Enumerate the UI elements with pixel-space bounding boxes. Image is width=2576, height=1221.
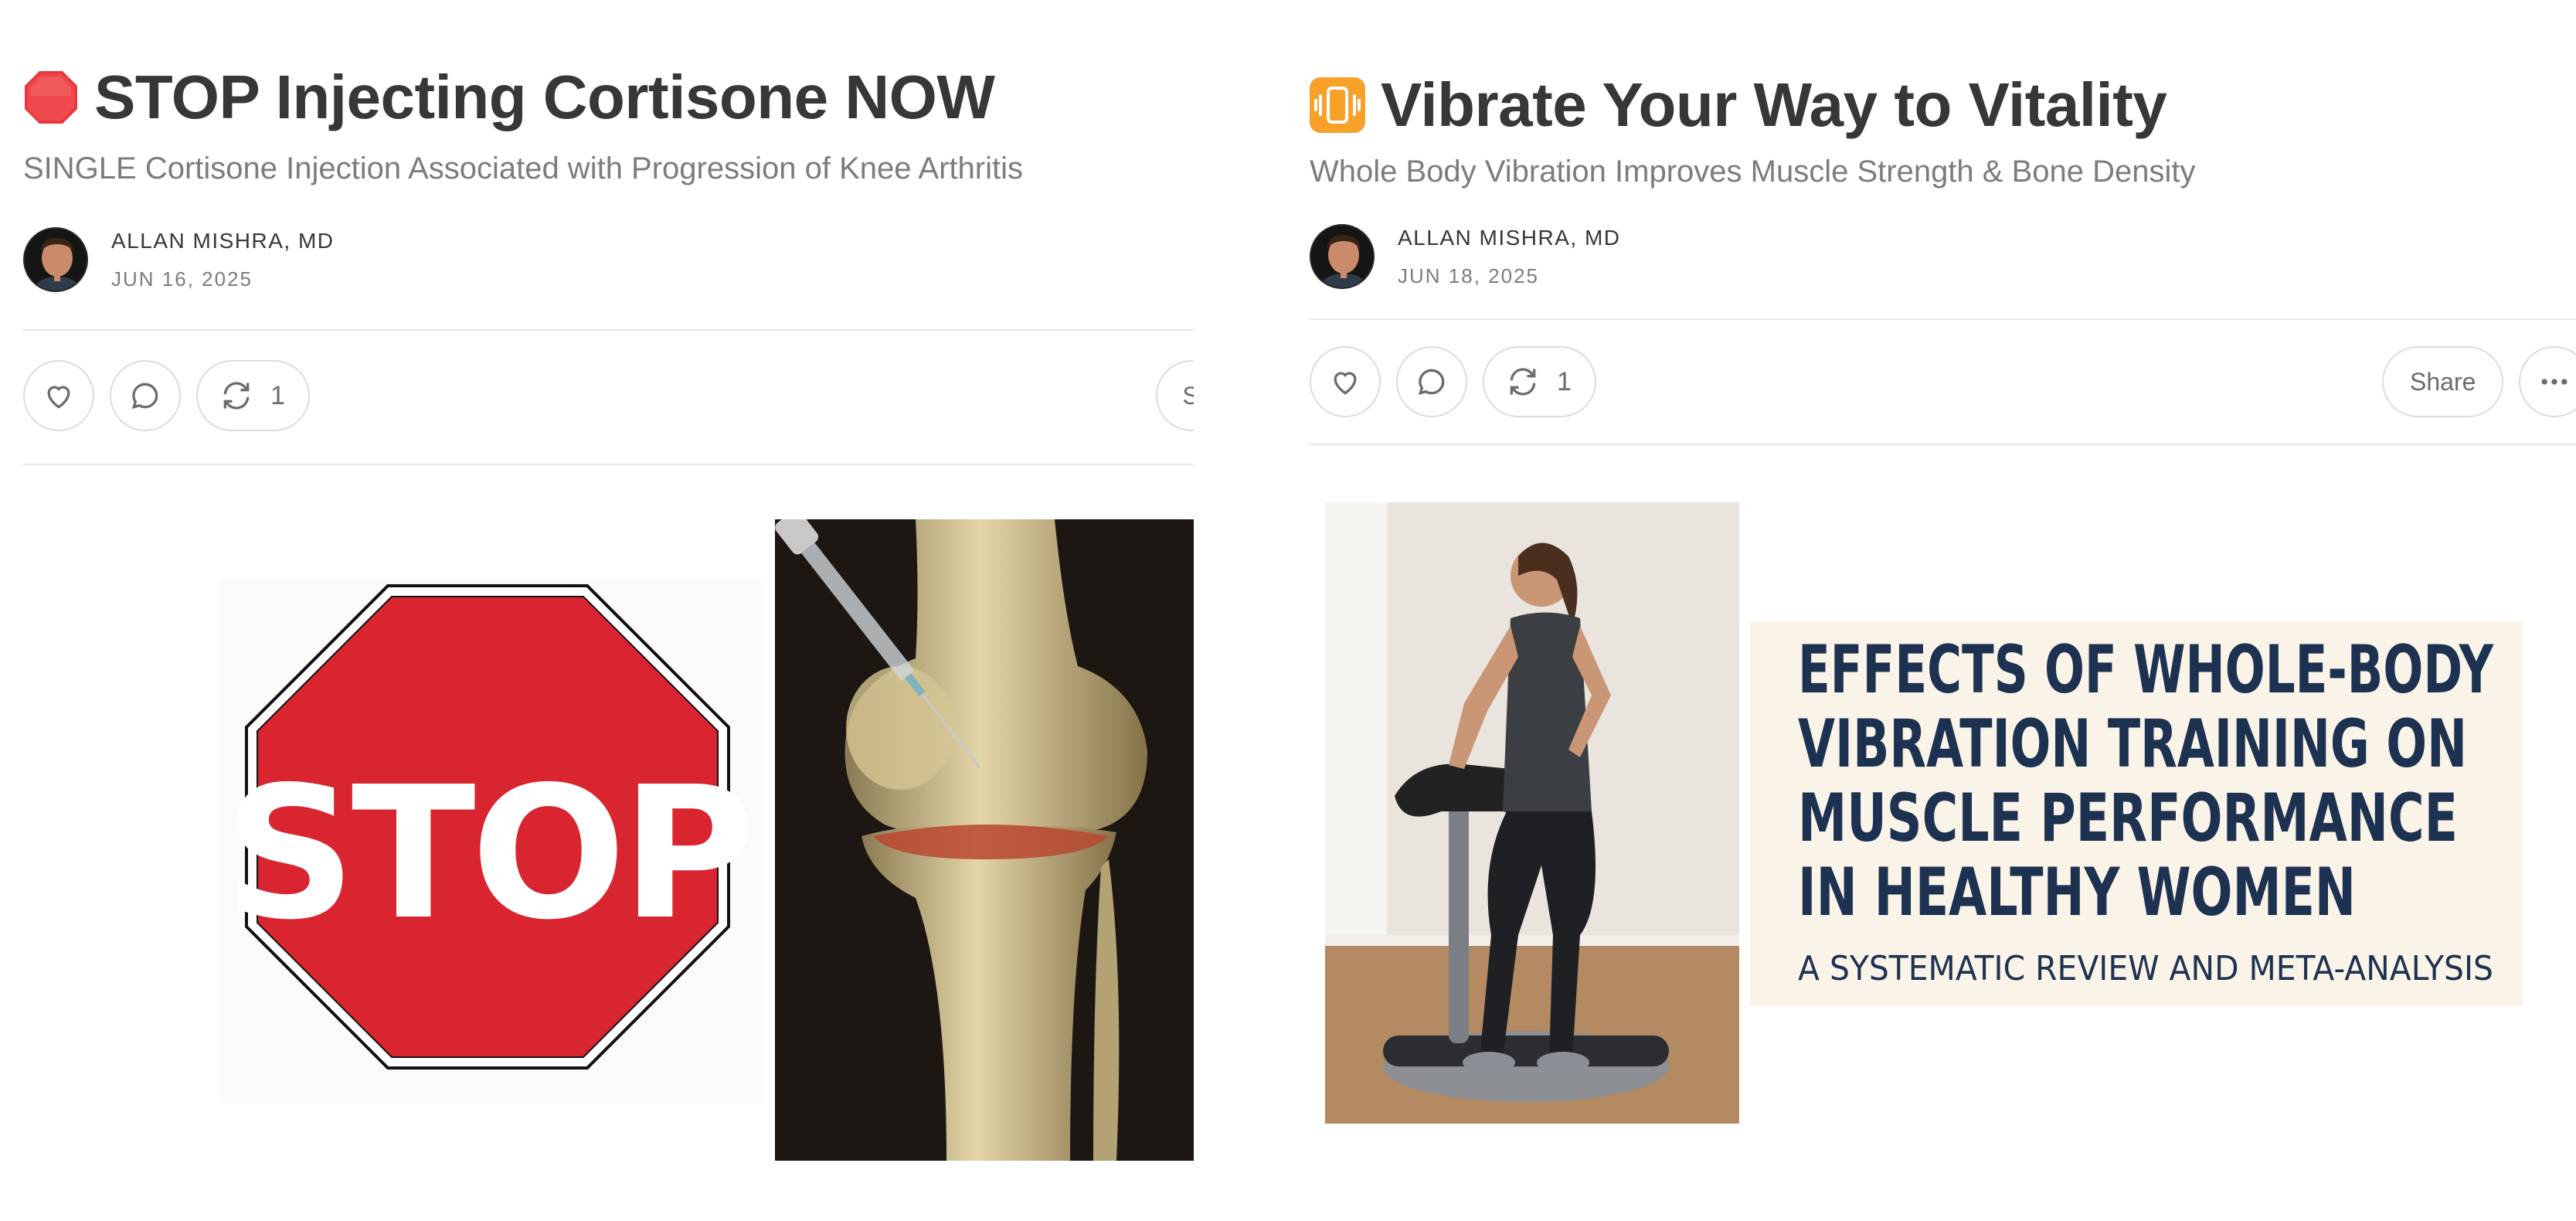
share-button[interactable]: S bbox=[1156, 360, 1194, 431]
share-button[interactable]: Share bbox=[2382, 346, 2504, 417]
restack-count: 1 bbox=[1557, 366, 1572, 396]
divider bbox=[1310, 444, 2576, 445]
post-card-cortisone: STOP Injecting Cortisone NOW SINGLE Cort… bbox=[0, 0, 1194, 1221]
comment-icon bbox=[1418, 369, 1445, 396]
post-subtitle: SINGLE Cortisone Injection Associated wi… bbox=[23, 151, 1023, 185]
headline-line-1: EFFECTS OF WHOLE-BODY bbox=[1798, 631, 2494, 709]
comment-button[interactable] bbox=[1396, 346, 1467, 417]
vibration-plate-photo bbox=[1325, 502, 1739, 1124]
restack-count: 1 bbox=[270, 380, 285, 410]
study-headline-card[interactable]: EFFECTS OF WHOLE-BODY VIBRATION TRAINING… bbox=[1750, 621, 2523, 1006]
post-card-vibration: Vibrate Your Way to Vitality Whole Body … bbox=[1286, 0, 2576, 1221]
more-options-button[interactable] bbox=[2519, 346, 2576, 417]
post-actions: 1 S bbox=[23, 360, 1194, 431]
post-title-row[interactable]: Vibrate Your Way to Vitality bbox=[1310, 70, 2167, 141]
post-cover-image[interactable]: STOP bbox=[220, 509, 1194, 1161]
post-title-row[interactable]: STOP Injecting Cortisone NOW bbox=[23, 62, 995, 133]
author-avatar[interactable] bbox=[23, 227, 88, 292]
restack-icon bbox=[223, 382, 250, 410]
divider bbox=[1310, 318, 2576, 320]
restack-icon bbox=[1510, 368, 1536, 396]
like-button[interactable] bbox=[1310, 346, 1381, 417]
post-cover-photo[interactable] bbox=[1325, 502, 1739, 1124]
post-title[interactable]: Vibrate Your Way to Vitality bbox=[1381, 70, 2167, 141]
stop-text: STOP bbox=[225, 747, 751, 960]
restack-button[interactable]: 1 bbox=[1483, 346, 1596, 417]
stop-knee-illustration: STOP bbox=[220, 509, 1194, 1161]
divider bbox=[23, 329, 1194, 331]
author-avatar[interactable] bbox=[1310, 224, 1375, 289]
post-date: JUN 16, 2025 bbox=[111, 267, 253, 291]
headline-subline: A SYSTEMATIC REVIEW AND META-ANALYSIS bbox=[1798, 949, 2493, 988]
vibration-mode-icon bbox=[1310, 77, 1365, 133]
more-dots-icon bbox=[2541, 379, 2568, 385]
post-actions: 1 Share bbox=[1310, 346, 2576, 417]
author-name[interactable]: ALLAN MISHRA, MD bbox=[111, 229, 335, 253]
heart-icon bbox=[47, 386, 70, 409]
comment-button[interactable] bbox=[110, 360, 181, 431]
study-headline-graphic: EFFECTS OF WHOLE-BODY VIBRATION TRAINING… bbox=[1798, 631, 2494, 988]
divider bbox=[23, 464, 1194, 465]
like-button[interactable] bbox=[23, 360, 94, 431]
stop-sign-icon bbox=[25, 71, 77, 124]
author-name[interactable]: ALLAN MISHRA, MD bbox=[1398, 226, 1621, 250]
headline-line-3: MUSCLE PERFORMANCE bbox=[1798, 780, 2458, 857]
post-date: JUN 18, 2025 bbox=[1398, 264, 1539, 287]
knee-joint-graphic bbox=[775, 509, 1194, 1161]
share-label: S bbox=[1182, 381, 1194, 410]
byline: ALLAN MISHRA, MD JUN 16, 2025 bbox=[23, 227, 335, 292]
headline-line-4: IN HEALTHY WOMEN bbox=[1798, 854, 2356, 931]
heart-icon bbox=[1334, 372, 1357, 395]
byline: ALLAN MISHRA, MD JUN 18, 2025 bbox=[1310, 224, 1621, 289]
post-subtitle: Whole Body Vibration Improves Muscle Str… bbox=[1310, 155, 2196, 189]
post-title[interactable]: STOP Injecting Cortisone NOW bbox=[94, 62, 995, 133]
restack-button[interactable]: 1 bbox=[196, 360, 310, 431]
headline-line-2: VIBRATION TRAINING ON bbox=[1798, 706, 2467, 783]
comment-icon bbox=[131, 383, 158, 410]
